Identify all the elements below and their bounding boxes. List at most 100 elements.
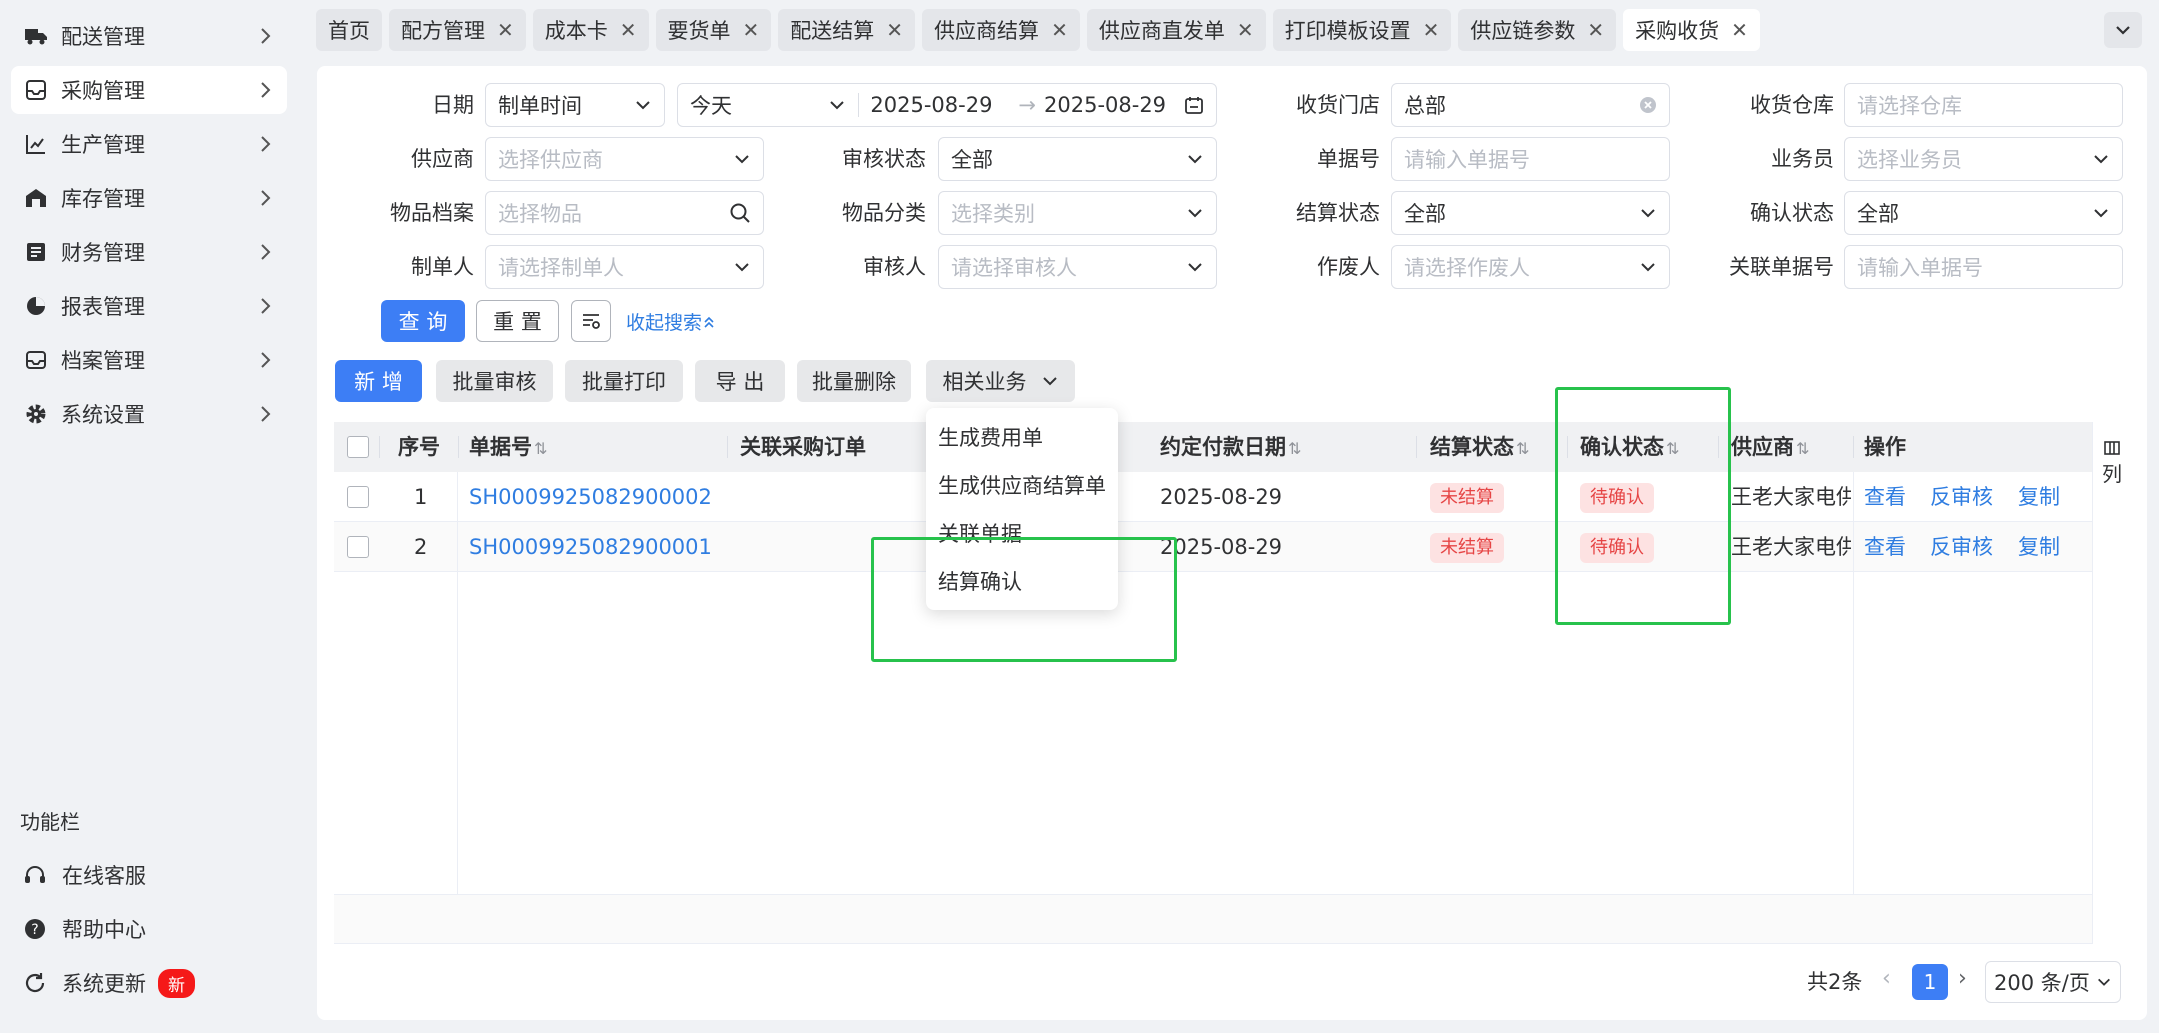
item-select[interactable]: 选择物品 — [485, 191, 764, 235]
copy-link[interactable]: 复制 — [2018, 522, 2060, 572]
date-type-select[interactable]: 制单时间 — [485, 83, 665, 127]
date-range-picker[interactable]: 今天 2025-08-29 → 2025-08-29 — [677, 83, 1217, 127]
salesman-select[interactable]: 选择业务员 — [1844, 137, 2123, 181]
close-icon[interactable]: ✕ — [1237, 18, 1254, 42]
creator-select[interactable]: 请选择制单人 — [485, 245, 764, 289]
sidebar-item-archive[interactable]: 档案管理 — [11, 336, 287, 384]
tab-supplier-settlement[interactable]: 供应商结算 ✕ — [922, 9, 1080, 51]
unaudit-link[interactable]: 反审核 — [1930, 522, 1993, 572]
row-docno-link[interactable]: SH0009925082900001 — [469, 522, 712, 572]
header-confirm[interactable]: 确认状态 ⇅ — [1580, 422, 1679, 472]
row-docno-link[interactable]: SH0009925082900002 — [469, 472, 712, 522]
tab-home[interactable]: 首页 — [316, 9, 382, 51]
tab-delivery-settlement[interactable]: 配送结算 ✕ — [778, 9, 916, 51]
chevron-down-icon — [1042, 377, 1057, 386]
menu-item-related-docs[interactable]: 关联单据 — [938, 514, 1022, 554]
supplier-select[interactable]: 选择供应商 — [485, 137, 764, 181]
unaudit-link[interactable]: 反审核 — [1930, 472, 1993, 522]
sidebar-item-finance[interactable]: 财务管理 — [11, 228, 287, 276]
help-center-link[interactable]: ? 帮助中心 — [22, 909, 146, 949]
chevron-down-icon — [735, 263, 749, 272]
menu-item-settlement-confirm[interactable]: 结算确认 — [938, 562, 1022, 602]
warehouse-placeholder: 请选择仓库 — [1857, 94, 1962, 118]
tab-requisition[interactable]: 要货单 ✕ — [655, 9, 772, 51]
voider-label: 作废人 — [1317, 255, 1380, 279]
page-button-current[interactable]: 1 — [1912, 964, 1948, 1000]
add-button[interactable]: 新 增 — [335, 360, 422, 402]
warehouse-select[interactable]: 请选择仓库 — [1844, 83, 2123, 127]
related-business-button[interactable]: 相关业务 — [926, 360, 1075, 402]
store-select[interactable]: 总部 — [1391, 83, 1670, 127]
voider-select[interactable]: 请选择作废人 — [1391, 245, 1670, 289]
sidebar-item-inventory[interactable]: 库存管理 — [11, 174, 287, 222]
settle-status-select[interactable]: 全部 — [1391, 191, 1670, 235]
close-icon[interactable]: ✕ — [497, 18, 514, 42]
header-supplier-label: 供应商 — [1731, 435, 1794, 459]
tab-print-template[interactable]: 打印模板设置 ✕ — [1272, 9, 1452, 51]
sidebar-item-production[interactable]: 生产管理 — [11, 120, 287, 168]
audit-status-select[interactable]: 全部 — [938, 137, 1217, 181]
chevron-right-icon — [261, 406, 271, 422]
export-button[interactable]: 导 出 — [695, 360, 785, 402]
view-link[interactable]: 查看 — [1864, 472, 1906, 522]
search-icon[interactable] — [729, 202, 751, 224]
category-select[interactable]: 选择类别 — [938, 191, 1217, 235]
sidebar-item-delivery[interactable]: 配送管理 — [11, 12, 287, 60]
batch-audit-button[interactable]: 批量审核 — [436, 360, 553, 402]
clear-icon[interactable] — [1639, 96, 1657, 114]
confirm-status-select[interactable]: 全部 — [1844, 191, 2123, 235]
header-supplier[interactable]: 供应商 ⇅ — [1731, 422, 1809, 472]
tabs-dropdown-button[interactable] — [2104, 12, 2142, 48]
sidebar-item-purchase[interactable]: 采购管理 — [11, 66, 287, 114]
docno-input[interactable]: 请输入单据号 — [1391, 137, 1670, 181]
function-bar-title: 功能栏 — [20, 810, 80, 834]
tab-supplier-direct[interactable]: 供应商直发单 ✕ — [1086, 9, 1266, 51]
system-update-link[interactable]: 系统更新 新 — [22, 963, 195, 1003]
date-start-input[interactable]: 2025-08-29 — [870, 93, 1010, 117]
tab-cost-card[interactable]: 成本卡 ✕ — [532, 9, 649, 51]
tab-purchase-receipt[interactable]: 采购收货 ✕ — [1623, 9, 1760, 51]
online-service-link[interactable]: 在线客服 — [22, 855, 146, 895]
sidebar-item-reports[interactable]: 报表管理 — [11, 282, 287, 330]
close-icon[interactable]: ✕ — [620, 18, 637, 42]
auditor-select[interactable]: 请选择审核人 — [938, 245, 1217, 289]
status-badge: 待确认 — [1580, 533, 1654, 563]
close-icon[interactable]: ✕ — [1051, 18, 1068, 42]
header-paydate[interactable]: 约定付款日期 ⇅ — [1160, 422, 1301, 472]
select-all-checkbox[interactable] — [347, 436, 369, 458]
tab-recipe[interactable]: 配方管理 ✕ — [389, 9, 526, 51]
header-docno[interactable]: 单据号 ⇅ — [469, 422, 547, 472]
next-page-icon[interactable]: › — [1958, 966, 1967, 991]
column-settings-button[interactable]: 列 — [2093, 422, 2131, 506]
page-size-select[interactable]: 200 条/页 — [1985, 961, 2121, 1003]
menu-item-generate-expense[interactable]: 生成费用单 — [938, 418, 1043, 458]
sidebar-item-label: 档案管理 — [61, 349, 145, 373]
header-settle[interactable]: 结算状态 ⇅ — [1430, 422, 1529, 472]
close-icon[interactable]: ✕ — [1423, 18, 1440, 42]
close-icon[interactable]: ✕ — [886, 18, 903, 42]
close-icon[interactable]: ✕ — [1731, 18, 1748, 42]
prev-page-icon[interactable]: ‹ — [1882, 966, 1891, 991]
row-checkbox[interactable] — [347, 536, 369, 558]
batch-delete-button[interactable]: 批量删除 — [797, 360, 911, 402]
collapse-search-link[interactable]: 收起搜索 — [626, 308, 716, 335]
sidebar-item-label: 库存管理 — [61, 187, 145, 211]
tab-supply-params[interactable]: 供应链参数 ✕ — [1458, 9, 1617, 51]
close-icon[interactable]: ✕ — [1587, 18, 1604, 42]
menu-item-generate-supplier-settlement[interactable]: 生成供应商结算单 — [938, 466, 1106, 506]
copy-link[interactable]: 复制 — [2018, 472, 2060, 522]
table-row[interactable]: 2 SH0009925082900001 2025-08-29 未结算 待确认 … — [334, 522, 2092, 572]
column-divider — [1416, 436, 1417, 458]
table-row[interactable]: 1 SH0009925082900002 2025-08-29 未结算 待确认 … — [334, 472, 2092, 522]
chevron-down-icon — [735, 155, 749, 164]
related-docno-input[interactable]: 请输入单据号 — [1844, 245, 2123, 289]
reset-button[interactable]: 重 置 — [476, 300, 559, 342]
row-checkbox[interactable] — [347, 486, 369, 508]
batch-print-button[interactable]: 批量打印 — [565, 360, 683, 402]
filter-settings-button[interactable] — [571, 300, 611, 342]
sidebar-item-settings[interactable]: 系统设置 — [11, 390, 287, 438]
date-end-input[interactable]: 2025-08-29 — [1044, 93, 1184, 117]
query-button[interactable]: 查 询 — [381, 300, 465, 342]
close-icon[interactable]: ✕ — [743, 18, 760, 42]
view-link[interactable]: 查看 — [1864, 522, 1906, 572]
